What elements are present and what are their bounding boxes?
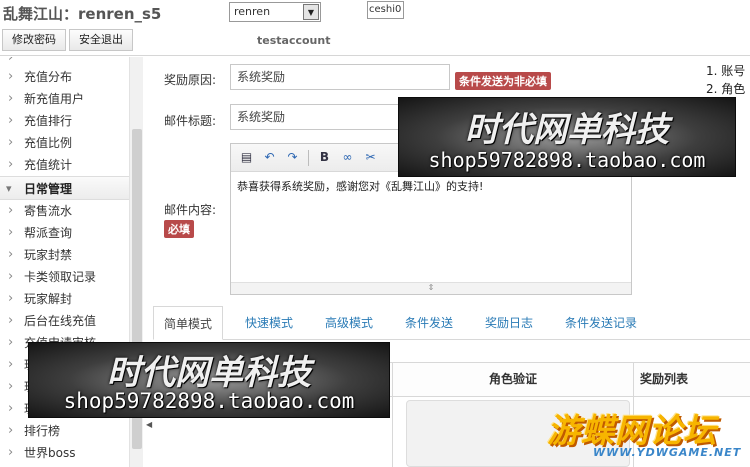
change-password-button[interactable]: 修改密码 <box>2 29 66 51</box>
unlink-icon[interactable]: ✂ <box>363 150 378 165</box>
sidebar-item[interactable]: 充值排行 <box>0 110 142 132</box>
tab-condition-log[interactable]: 条件发送记录 <box>555 306 647 340</box>
sidebar-item[interactable]: 充值统计 <box>0 154 142 176</box>
required-badge: 必填 <box>164 220 194 238</box>
header-button-row: 修改密码 安全退出 <box>2 29 136 51</box>
sidebar-item-cut <box>0 57 142 66</box>
forum-logo: 游蝶网论坛 WWW.YDWGAME.NET <box>537 400 750 467</box>
editor-resize-handle[interactable]: ⇕ <box>231 282 631 294</box>
content-label: 邮件内容: <box>164 203 217 217</box>
tab-reward-log[interactable]: 奖励日志 <box>475 306 543 340</box>
mail-title-label: 邮件标题: <box>164 114 217 128</box>
toolbar-separator <box>308 149 309 166</box>
tab-advanced[interactable]: 高级模式 <box>315 306 383 340</box>
sidebar-item[interactable]: 排行榜 <box>0 420 142 442</box>
sidebar-item[interactable]: 新充值用户 <box>0 88 142 110</box>
watermark-logo: 时代网单科技 shop59782898.taobao.com <box>398 97 736 177</box>
app-title: 乱舞江山：renren_s5 <box>3 5 162 23</box>
mode-tabs: 简单模式 快速模式 高级模式 条件发送 奖励日志 条件发送记录 <box>153 306 750 340</box>
reason-input[interactable]: 系统奖励 <box>230 64 450 90</box>
watermark-text: 时代网单科技 <box>465 110 669 150</box>
tag-input[interactable]: ceshi0 <box>367 1 404 19</box>
top-header: 乱舞江山：renren_s5 renren ▼ ceshi0 修改密码 安全退出… <box>0 0 750 56</box>
bold-icon[interactable]: B <box>317 150 332 165</box>
reason-label: 奖励原因: <box>164 73 217 87</box>
note-line: 1. 账号 <box>706 64 746 78</box>
note-line: 2. 角色 <box>706 81 746 96</box>
logout-button[interactable]: 安全退出 <box>69 29 133 51</box>
forum-logo-text: 游蝶网论坛 <box>547 411 717 450</box>
undo-icon[interactable]: ↶ <box>262 150 277 165</box>
watermark-url: shop59782898.taobao.com <box>428 148 706 172</box>
dropdown-arrow-icon[interactable]: ▼ <box>303 4 319 20</box>
tab-simple[interactable]: 简单模式 <box>153 306 224 340</box>
column-header-role-verify: 角色验证 <box>489 372 538 386</box>
sidebar-item[interactable]: 充值分布 <box>0 66 142 88</box>
tab-condition-send[interactable]: 条件发送 <box>395 306 463 340</box>
watermark-logo: 时代网单科技 shop59782898.taobao.com <box>28 342 390 418</box>
sidebar-item[interactable]: 帮派查询 <box>0 222 142 244</box>
paste-icon[interactable]: ▤ <box>239 150 254 165</box>
tab-quick[interactable]: 快速模式 <box>235 306 303 340</box>
condition-badge: 条件发送为非必填 <box>455 72 551 90</box>
column-header-reward-list: 奖励列表 <box>640 372 689 386</box>
sidebar-item[interactable]: 世界boss <box>0 442 142 464</box>
sidebar-item[interactable]: 玩家解封 <box>0 288 142 310</box>
server-select[interactable]: renren ▼ <box>229 2 321 22</box>
column-divider <box>392 362 393 467</box>
forum-logo-url: WWW.YDWGAME.NET <box>593 446 742 459</box>
server-select-value: renren <box>234 5 271 18</box>
sidebar-item[interactable]: 寄售流水 <box>0 200 142 222</box>
sidebar-item[interactable]: 卡类领取记录 <box>0 266 142 288</box>
watermark-text: 时代网单科技 <box>107 353 311 393</box>
sidebar-item[interactable]: 充值比例 <box>0 132 142 154</box>
sidebar-item[interactable]: 玩家封禁 <box>0 244 142 266</box>
collapse-sidebar-icon[interactable]: ◀ <box>146 420 152 429</box>
link-icon[interactable]: ∞ <box>340 150 355 165</box>
watermark-url: shop59782898.taobao.com <box>63 389 355 413</box>
redo-icon[interactable]: ↷ <box>285 150 300 165</box>
sidebar-section-daily[interactable]: 日常管理 <box>0 176 142 201</box>
account-name: testaccount <box>257 34 331 47</box>
sidebar-item[interactable]: 后台在线充值 <box>0 310 142 332</box>
